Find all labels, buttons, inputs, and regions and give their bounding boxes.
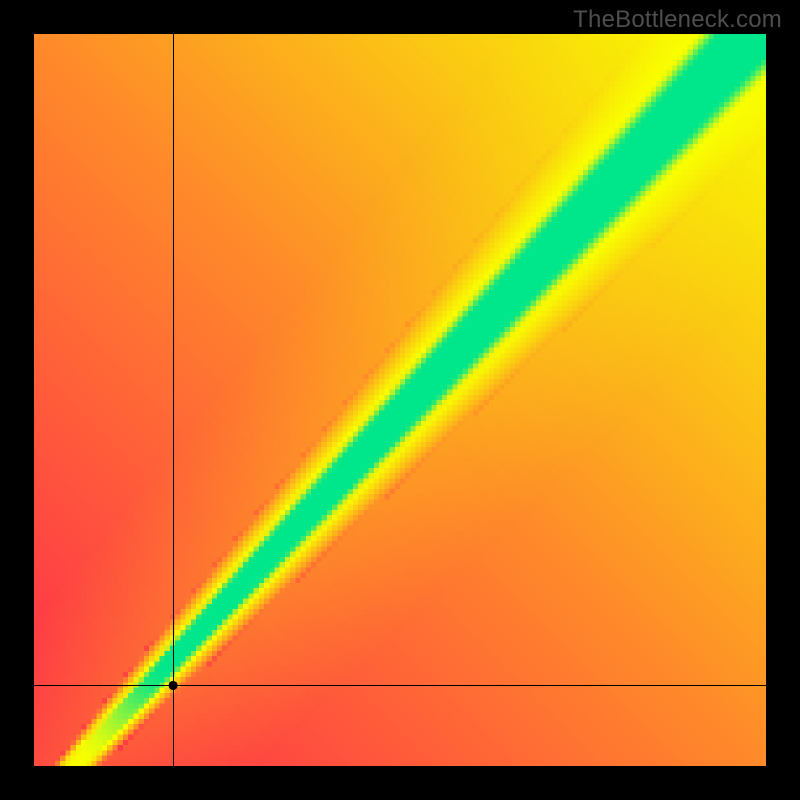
crosshair-overlay <box>34 34 766 766</box>
chart-frame: TheBottleneck.com <box>0 0 800 800</box>
watermark-text: TheBottleneck.com <box>573 6 782 34</box>
